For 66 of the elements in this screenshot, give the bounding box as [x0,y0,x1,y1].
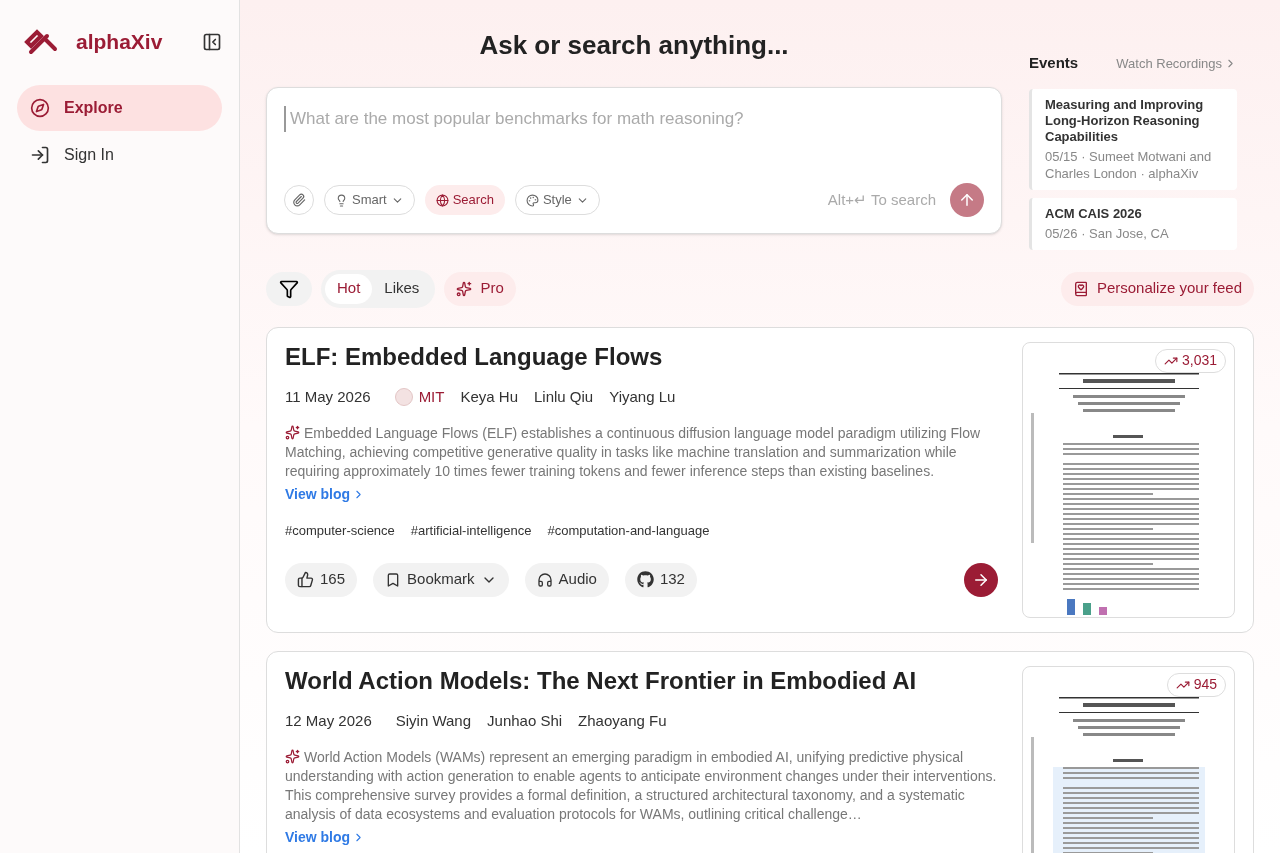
bookmark-button[interactable]: Bookmark [373,562,509,597]
open-paper-button[interactable] [964,562,998,597]
paper-date: 12 May 2026 [285,710,372,731]
filter-button[interactable] [266,271,312,306]
search-button[interactable]: Search [424,185,505,215]
topic-tag[interactable]: #computation-and-language [547,521,710,541]
like-button[interactable]: 165 [285,562,358,597]
view-blog-link[interactable]: View blog [285,484,366,505]
topic-tag[interactable]: #computer-science [285,521,395,541]
views-count: 945 [1193,675,1217,694]
author-link[interactable]: Linlu Qiu [534,385,594,408]
sort-tab[interactable]: Hot [325,273,373,304]
topic-tag[interactable]: #artificial-intelligence [410,521,532,541]
event-card[interactable]: Measuring and Improving Long-Horizon Reasoning Capabilities 05/15 · Sumeet Motwani and Charles London · alphaXiv [1029,88,1237,190]
event-details: 05/15 · Sumeet Motwani and Charles London · alphaXiv [1045,147,1213,182]
author-link[interactable]: Siyin Wang [395,709,472,732]
author-link[interactable]: Zhaoyang Fu [578,709,667,732]
paper-title[interactable]: World Action Models: The Next Frontier in Embodied AI [285,665,998,696]
view-blog-link[interactable]: View blog [285,827,366,848]
thumbs-up-icon [297,571,314,588]
github-button[interactable]: 132 [624,562,697,597]
send-button[interactable] [950,183,984,217]
pro-button[interactable]: Pro [444,271,516,306]
page-heading: Ask or search anything... [479,29,789,62]
attach-button[interactable] [284,185,314,215]
compass-icon [30,97,50,118]
personalize-feed-button[interactable]: Personalize your feed [1060,271,1254,306]
filter-icon [279,278,299,299]
headphones-icon [536,571,553,588]
globe-icon [435,193,449,207]
author-link[interactable]: Yiyang Lu [609,385,676,408]
question-input[interactable]: What are the most popular benchmarks for math reasoning? [284,106,984,132]
author-link[interactable]: Junhao Shi [487,709,563,732]
paper-date: 11 May 2026 [285,386,371,407]
search-box[interactable]: What are the most popular benchmarks for math reasoning? Smart Search Style Alt+↵ To search [266,87,1002,234]
paper-summary: World Action Models (WAMs) represent an emerging paradigm in embodied AI, unifying predictive physical understanding with action generation to enable agents to anticipate environment changes under their interventions. This comprehensive survey provides a formal definition, a structured architectural taxonomy, and a systematic analysis of data ecosystems and evaluation protocols for WAMs, outlining critical challenge… [285,748,998,824]
paperclip-icon [292,193,306,207]
sparkle-icon [456,280,473,297]
nav-item[interactable]: Sign In [17,131,222,178]
event-details: 05/26 · San Jose, CA [1045,224,1170,242]
events-heading: Events [1029,53,1079,73]
logo-icon [24,28,58,55]
lightbulb-icon [335,193,348,207]
palette-icon [525,193,539,207]
audio-button[interactable]: Audio [524,562,609,597]
views-count: 3,031 [1181,351,1217,370]
sparkle-icon [285,425,300,440]
book-heart-icon [1072,280,1089,297]
paper-card[interactable] [266,326,1254,633]
nav-item[interactable]: Explore [17,84,222,131]
event-card[interactable]: ACM CAIS 2026 05/26 · San Jose, CA [1029,197,1237,250]
style-button[interactable]: Style [514,185,600,215]
sparkle-icon [285,749,300,764]
event-title: ACM CAIS 2026 [1045,205,1143,222]
github-icon [636,571,654,588]
smart-button[interactable]: Smart [324,185,415,215]
event-title: Measuring and Improving Long-Horizon Reasoning Capabilities [1045,96,1205,145]
sign-in-icon [30,144,50,165]
collapse-sidebar-icon[interactable] [202,31,222,52]
author-link[interactable]: Keya Hu [460,385,518,408]
paper-summary: Embedded Language Flows (ELF) establishes a continuous diffusion language model paradigm utilizing Flow Matching, achieving competitive generative quality in tasks like machine translation and summarization while requiring approximately 10 times fewer training tokens and fewer inference steps than existing baselines. [285,424,982,481]
institution-link[interactable]: MIT [418,385,445,408]
sort-tab[interactable]: Likes [372,273,432,304]
brand-name[interactable]: alphaXiv [76,26,163,58]
shortcut-hint: Alt+↵ To search [827,189,936,210]
paper-title[interactable]: ELF: Embedded Language Flows [285,341,998,372]
